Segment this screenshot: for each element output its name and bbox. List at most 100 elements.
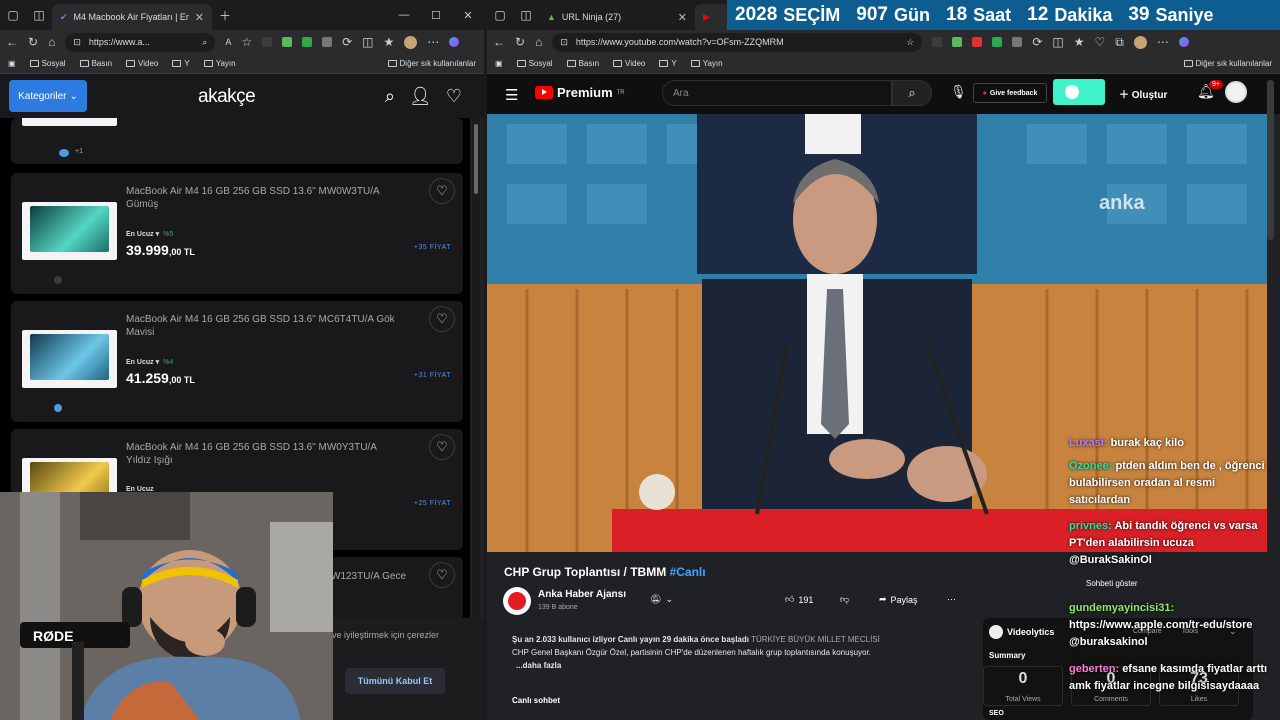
product-name[interactable]: MacBook Air M4 16 GB 256 GB SSD 13.6" MW… <box>126 441 396 467</box>
user-icon[interactable]: 👤︎ <box>409 86 432 107</box>
tab-actions-icon[interactable]: ◫ <box>26 0 52 30</box>
url-field[interactable]: ⊡ https://www.youtube.com/watch?v=OFsm-Z… <box>552 32 923 52</box>
refresh-icon[interactable]: ↻ <box>28 35 38 49</box>
minimize-icon[interactable]: — <box>388 0 420 30</box>
extension-icon[interactable] <box>282 37 293 47</box>
avatar[interactable] <box>404 35 418 49</box>
search-icon[interactable]: ⌕ <box>892 80 932 106</box>
show-chat-button[interactable]: Sohbeti göster <box>1086 579 1138 588</box>
extension-icon[interactable] <box>322 37 333 47</box>
new-tab-icon[interactable]: ＋ <box>212 0 238 30</box>
more-actions-icon[interactable]: ⋯ <box>947 594 956 605</box>
create-button[interactable]: ＋ Oluştur <box>1119 86 1167 101</box>
favorite-heart-icon[interactable]: ♡ <box>429 562 455 588</box>
offers-link[interactable]: +31 FİYAT <box>414 372 451 379</box>
menu-icon[interactable]: ☰ <box>505 86 518 104</box>
workspaces-icon[interactable]: ▢ <box>487 0 513 30</box>
offers-link[interactable]: +35 FİYAT <box>414 244 451 251</box>
favorite-icon[interactable]: ☆ <box>241 35 252 49</box>
favorites-bar-icon[interactable]: ★ <box>1074 35 1085 49</box>
extension-icon[interactable] <box>992 37 1003 47</box>
product-name[interactable]: W123TU/A Gece <box>331 570 431 583</box>
akakce-logo[interactable]: akakçe <box>198 86 256 108</box>
other-favorites[interactable]: Diğer sık kullanılanlar <box>1183 59 1272 68</box>
tab-akakce[interactable]: ✔ M4 Macbook Air Fiyatları | En Ucu ✕ <box>52 4 212 30</box>
bookmark-folder[interactable]: Yayın <box>203 59 236 68</box>
close-window-icon[interactable]: ✕ <box>452 0 484 30</box>
product-card[interactable]: MacBook Air M4 16 GB 256 GB SSD 13.6" MC… <box>11 301 463 422</box>
page-scrollbar[interactable] <box>1267 80 1274 240</box>
microphone-icon[interactable]: 🎙︎ <box>950 84 967 100</box>
split-icon[interactable]: ◫ <box>1052 35 1063 49</box>
collections-icon[interactable]: ⧉ <box>1115 35 1124 50</box>
accept-all-cookies-button[interactable]: Tümünü Kabul Et <box>345 668 445 694</box>
favorites-bar-icon[interactable]: ★ <box>384 35 395 49</box>
color-swatch[interactable] <box>54 404 62 412</box>
home-icon[interactable]: ⌂ <box>48 35 55 49</box>
search-icon[interactable]: ⌕ <box>385 86 395 107</box>
product-name[interactable]: MacBook Air M4 16 GB 256 GB SSD 13.6" MW… <box>126 185 396 211</box>
youtube-logo[interactable]: Premium TR <box>535 85 625 100</box>
product-name[interactable]: MacBook Air M4 16 GB 256 GB SSD 13.6" MC… <box>126 313 396 339</box>
product-card[interactable]: +1 <box>11 118 463 164</box>
back-icon[interactable]: ← <box>6 35 18 49</box>
extension-icon[interactable] <box>952 37 963 47</box>
dislike-button[interactable]: 👎︎ <box>840 594 849 605</box>
bookmark-folder[interactable]: Y <box>659 59 677 68</box>
tab-url-ninja[interactable]: ▲ URL Ninja (27) ✕ <box>539 4 695 30</box>
read-aloud-icon[interactable]: A <box>225 37 231 47</box>
refresh-ext-icon[interactable]: ⟳ <box>1032 35 1042 49</box>
back-icon[interactable]: ← <box>493 35 505 49</box>
product-card[interactable]: MacBook Air M4 16 GB 256 GB SSD 13.6" MW… <box>11 173 463 294</box>
channel-name[interactable]: Anka Haber Ajansı <box>538 589 626 600</box>
heart-icon[interactable]: ♡ <box>446 86 462 107</box>
bookmark-folder[interactable]: Sosyal <box>29 59 66 68</box>
bookmark-folder[interactable]: Basın <box>566 59 599 68</box>
extension-icon[interactable] <box>972 37 983 47</box>
favorite-heart-icon[interactable]: ♡ <box>429 306 455 332</box>
copilot-icon[interactable] <box>1178 37 1189 47</box>
extension-icon[interactable] <box>302 37 313 47</box>
avatar[interactable] <box>1225 81 1247 103</box>
other-favorites[interactable]: Diğer sık kullanılanlar <box>387 59 476 68</box>
extension-icon[interactable] <box>932 37 943 47</box>
workspaces-icon[interactable]: ▢ <box>0 0 26 30</box>
bookmark-folder[interactable]: Sosyal <box>516 59 553 68</box>
favorite-heart-icon[interactable]: ♡ <box>429 434 455 460</box>
search-input[interactable]: Ara <box>662 80 892 106</box>
bookmark-folder[interactable]: Video <box>126 59 158 68</box>
more-icon[interactable]: ⋯ <box>427 35 439 49</box>
video-description[interactable]: Şu an 2.033 kullanıcı izliyor Canlı yayı… <box>512 633 932 672</box>
home-icon[interactable]: ⌂ <box>535 35 542 49</box>
url-field[interactable]: ⊡ https://www.a... ⌕ <box>65 32 216 52</box>
bookmark-fav-icon[interactable]: ▣ <box>8 59 16 68</box>
share-button[interactable]: ➦ Paylaş <box>879 594 918 605</box>
extension-toggle[interactable] <box>1053 79 1105 105</box>
favorite-heart-icon[interactable]: ♡ <box>429 178 455 204</box>
maximize-icon[interactable]: ☐ <box>420 0 452 30</box>
close-tab-icon[interactable]: ✕ <box>195 11 204 24</box>
extension-icon[interactable] <box>262 37 273 47</box>
give-feedback-button[interactable]: ● Give feedback <box>973 83 1047 103</box>
tab-actions-icon[interactable]: ◫ <box>513 0 539 30</box>
bookmark-folder[interactable]: Y <box>172 59 190 68</box>
bookmark-fav-icon[interactable]: ▣ <box>495 59 503 68</box>
bookmark-folder[interactable]: Basın <box>79 59 112 68</box>
categories-button[interactable]: Kategoriler ⌄ <box>9 80 87 112</box>
bookmark-folder[interactable]: Video <box>613 59 645 68</box>
more-colors[interactable]: +1 <box>75 148 83 155</box>
split-icon[interactable]: ◫ <box>362 35 373 49</box>
refresh-icon[interactable]: ↻ <box>515 35 525 49</box>
heart-ext-icon[interactable]: ♡ <box>1094 35 1105 49</box>
close-tab-icon[interactable]: ✕ <box>678 11 687 24</box>
offers-link[interactable]: +25 FİYAT <box>414 500 451 507</box>
extension-icon[interactable] <box>1012 37 1023 47</box>
bookmark-folder[interactable]: Yayın <box>690 59 723 68</box>
more-icon[interactable]: ⋯ <box>1157 35 1169 49</box>
color-swatch[interactable] <box>54 276 62 284</box>
refresh-ext-icon[interactable]: ⟳ <box>342 35 352 49</box>
avatar[interactable] <box>1133 35 1147 49</box>
like-button[interactable]: 👍︎ 191 <box>785 594 813 605</box>
notification-bell-button[interactable]: 🔕︎ ⌄ <box>650 594 673 605</box>
copilot-icon[interactable] <box>449 37 460 47</box>
